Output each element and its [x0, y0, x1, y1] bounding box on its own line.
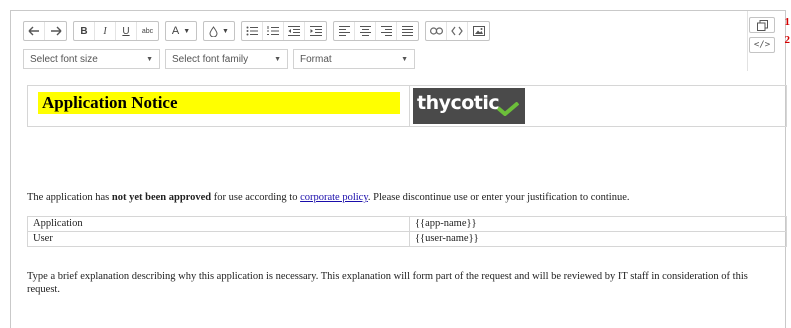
- link-group: [425, 21, 490, 41]
- notice-title-cell: Application Notice: [28, 86, 410, 126]
- rich-text-editor: B I U abc A ▼ ▼ Select font size ▼ Selec…: [10, 10, 787, 328]
- indent-button[interactable]: [305, 22, 326, 40]
- thycotic-logo: thycotic: [413, 88, 525, 124]
- numbered-list-icon: [267, 26, 279, 35]
- code-view-button[interactable]: </>: [749, 37, 775, 53]
- table-cell-value: {{user-name}}: [409, 231, 787, 247]
- background-color-button[interactable]: ▼: [204, 22, 234, 40]
- list-indent-group: [241, 21, 327, 41]
- font-family-select-label: Select font family: [172, 53, 249, 65]
- drop-icon: [209, 25, 218, 37]
- notice-title: Application Notice: [38, 92, 400, 114]
- align-left-icon: [338, 26, 350, 36]
- undo-icon: [28, 26, 39, 36]
- unlink-button[interactable]: [447, 22, 468, 40]
- chevron-down-icon: ▼: [401, 56, 408, 63]
- chevron-down-icon: ▼: [274, 56, 281, 63]
- table-cell-label: User: [27, 231, 410, 247]
- undo-button[interactable]: [24, 22, 45, 40]
- format-select-label: Format: [300, 53, 332, 65]
- table-cell-value: {{app-name}}: [409, 216, 787, 232]
- explanation-paragraph: Type a brief explanation describing why …: [27, 271, 748, 295]
- strikethrough-button[interactable]: abc: [137, 22, 158, 40]
- approval-message-end: . Please discontinue use or enter your j…: [367, 192, 630, 203]
- justify-button[interactable]: [397, 22, 418, 40]
- toolbar-row-formatting: B I U abc A ▼ ▼: [23, 21, 496, 41]
- font-color-label: A: [171, 25, 180, 37]
- outdent-button[interactable]: [284, 22, 305, 40]
- align-right-button[interactable]: [376, 22, 397, 40]
- numbered-list-button[interactable]: [263, 22, 284, 40]
- editor-toolbar: B I U abc A ▼ ▼ Select font size ▼ Selec…: [11, 11, 748, 71]
- underline-button[interactable]: U: [116, 22, 137, 40]
- table-row: Application {{app-name}}: [27, 216, 787, 232]
- font-size-select-label: Select font size: [30, 53, 98, 65]
- outdent-icon: [288, 26, 300, 36]
- align-right-icon: [380, 26, 392, 36]
- annotation-badge-2: 2: [784, 34, 791, 46]
- bold-button[interactable]: B: [74, 22, 95, 40]
- redo-button[interactable]: [45, 22, 66, 40]
- alignment-group: [333, 21, 419, 41]
- unlink-icon: [451, 26, 463, 36]
- request-info-table: Application {{app-name}} User {{user-nam…: [27, 216, 787, 247]
- link-icon: [429, 27, 443, 35]
- notice-header-table: Application Notice thycotic: [27, 85, 787, 127]
- table-cell-label: Application: [27, 216, 410, 232]
- font-size-select[interactable]: Select font size ▼: [23, 49, 160, 69]
- image-button[interactable]: [468, 22, 489, 40]
- maximize-button[interactable]: [749, 17, 775, 33]
- chevron-down-icon: ▼: [146, 56, 153, 63]
- font-family-select[interactable]: Select font family ▼: [165, 49, 288, 69]
- background-color-group: ▼: [203, 21, 235, 41]
- indent-icon: [309, 26, 322, 36]
- align-center-icon: [359, 26, 371, 36]
- history-group: [23, 21, 67, 41]
- font-color-button[interactable]: A ▼: [166, 22, 196, 40]
- corporate-policy-link[interactable]: corporate policy: [300, 192, 368, 203]
- toolbar-row-dropdowns: Select font size ▼ Select font family ▼ …: [23, 48, 420, 70]
- annotation-badge-1: 1: [784, 16, 791, 28]
- bulleted-list-button[interactable]: [242, 22, 263, 40]
- redo-icon: [50, 26, 61, 36]
- italic-button[interactable]: I: [95, 22, 116, 40]
- font-color-group: A ▼: [165, 21, 197, 41]
- code-view-icon: </>: [753, 40, 771, 50]
- maximize-icon: [756, 19, 768, 31]
- format-select[interactable]: Format ▼: [293, 49, 415, 69]
- checkmark-icon: [497, 102, 519, 116]
- align-left-button[interactable]: [334, 22, 355, 40]
- justify-icon: [402, 26, 413, 36]
- chevron-down-icon: ▼: [183, 27, 191, 35]
- link-button[interactable]: [426, 22, 447, 40]
- approval-message-start: The application has: [27, 192, 112, 203]
- chevron-down-icon: ▼: [222, 27, 229, 35]
- bulleted-list-icon: [246, 26, 258, 36]
- logo-cell: thycotic: [411, 86, 787, 126]
- table-row: User {{user-name}}: [27, 231, 787, 247]
- image-icon: [472, 26, 485, 36]
- text-style-group: B I U abc: [73, 21, 159, 41]
- approval-message: The application has not yet been approve…: [27, 192, 787, 203]
- approval-status-text: not yet been approved: [111, 192, 212, 203]
- logo-text: thycotic: [417, 92, 500, 114]
- approval-message-middle: for use according to: [211, 192, 301, 203]
- align-center-button[interactable]: [355, 22, 376, 40]
